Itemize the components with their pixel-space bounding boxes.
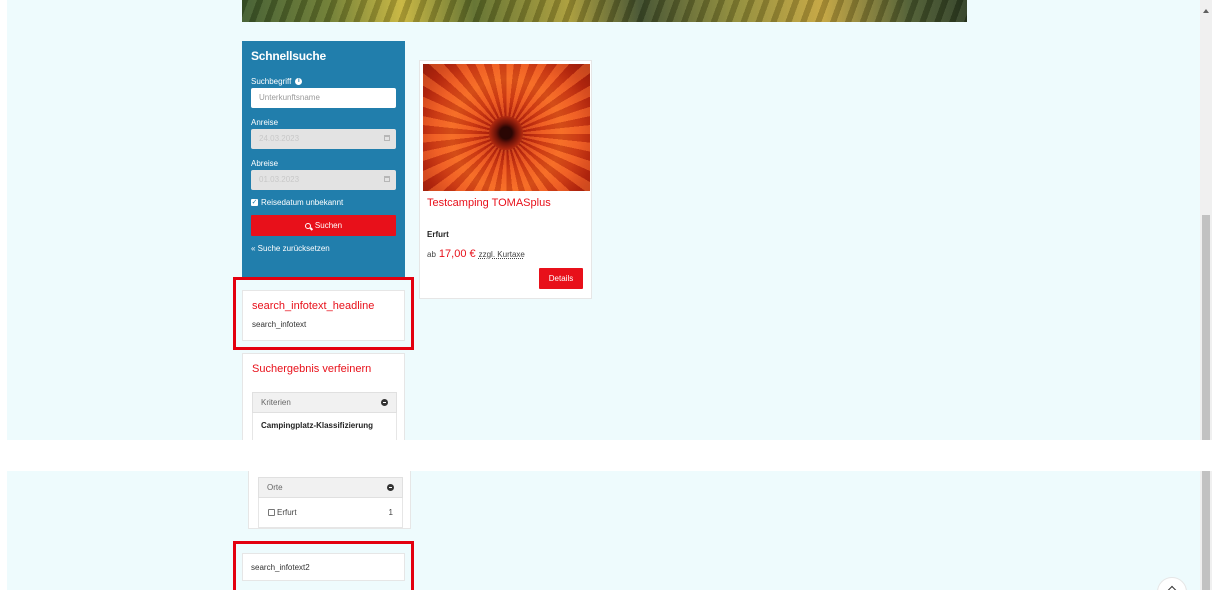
scrollbar[interactable]: [1200, 471, 1212, 590]
search-button[interactable]: Suchen: [251, 215, 396, 236]
listing-image[interactable]: [423, 64, 590, 191]
highlight-frame: [233, 277, 414, 350]
collapse-icon[interactable]: [387, 484, 394, 491]
calendar-icon[interactable]: [384, 135, 390, 141]
departure-date-input[interactable]: 01.03.2023: [251, 170, 396, 190]
details-button[interactable]: Details: [539, 268, 583, 289]
header-banner-image: [242, 0, 967, 22]
quick-search-title: Schnellsuche: [251, 49, 326, 63]
page-viewport-top: Schnellsuche Suchbegriff i Unterkunftsna…: [7, 0, 1200, 440]
reset-search-link[interactable]: « Suche zurücksetzen: [251, 244, 396, 253]
places-list-item[interactable]: Erfurt 1: [258, 498, 403, 528]
arrival-date-input[interactable]: 24.03.2023: [251, 129, 396, 149]
scrollbar-thumb[interactable]: [1202, 215, 1210, 440]
tax-note: zzgl. Kurtaxe: [478, 250, 525, 259]
refine-results-box-continued: Orte Erfurt 1: [248, 471, 411, 529]
highlight-frame: [233, 541, 414, 590]
collapse-icon[interactable]: [381, 399, 388, 406]
search-term-input[interactable]: Unterkunftsname: [251, 88, 396, 108]
scroll-up-arrow-icon[interactable]: [1203, 9, 1209, 13]
scrollbar-thumb[interactable]: [1202, 471, 1210, 590]
departure-label: Abreise: [251, 159, 279, 168]
arrival-label: Anreise: [251, 118, 279, 127]
price-amount: 17,00 €: [438, 248, 476, 260]
page-viewport-bottom: Orte Erfurt 1 search_infotext2: [7, 471, 1200, 590]
search-icon: [304, 222, 311, 229]
place-checkbox[interactable]: [268, 509, 275, 516]
refine-results-title: Suchergebnis verfeinern: [252, 363, 372, 375]
refine-results-box: Suchergebnis verfeinern Kriterien Campin…: [242, 353, 405, 440]
listing-price: ab 17,00 € zzgl. Kurtaxe: [427, 248, 525, 260]
criteria-accordion-header[interactable]: Kriterien: [252, 392, 397, 413]
quick-search-box: Schnellsuche Suchbegriff i Unterkunftsna…: [242, 41, 405, 278]
place-count: 1: [388, 508, 393, 517]
scrollbar[interactable]: [1200, 0, 1212, 440]
info-icon[interactable]: i: [295, 78, 303, 85]
listing-location: Erfurt: [427, 230, 449, 239]
criteria-item-label: Campingplatz-Klassifizierung: [261, 421, 374, 430]
date-unknown-checkbox[interactable]: ✓: [251, 199, 258, 206]
date-unknown-option[interactable]: ✓ Reisedatum unbekannt: [251, 198, 396, 207]
listing-title[interactable]: Testcamping TOMASplus: [427, 197, 584, 209]
listing-card: Testcamping TOMASplus Erfurt ab 17,00 € …: [419, 60, 592, 299]
places-accordion-header[interactable]: Orte: [258, 477, 403, 498]
calendar-icon[interactable]: [384, 176, 390, 182]
criteria-accordion-body: Campingplatz-Klassifizierung: [252, 413, 397, 440]
place-label: Erfurt: [277, 508, 297, 517]
search-term-label: Suchbegriff i: [251, 77, 396, 86]
